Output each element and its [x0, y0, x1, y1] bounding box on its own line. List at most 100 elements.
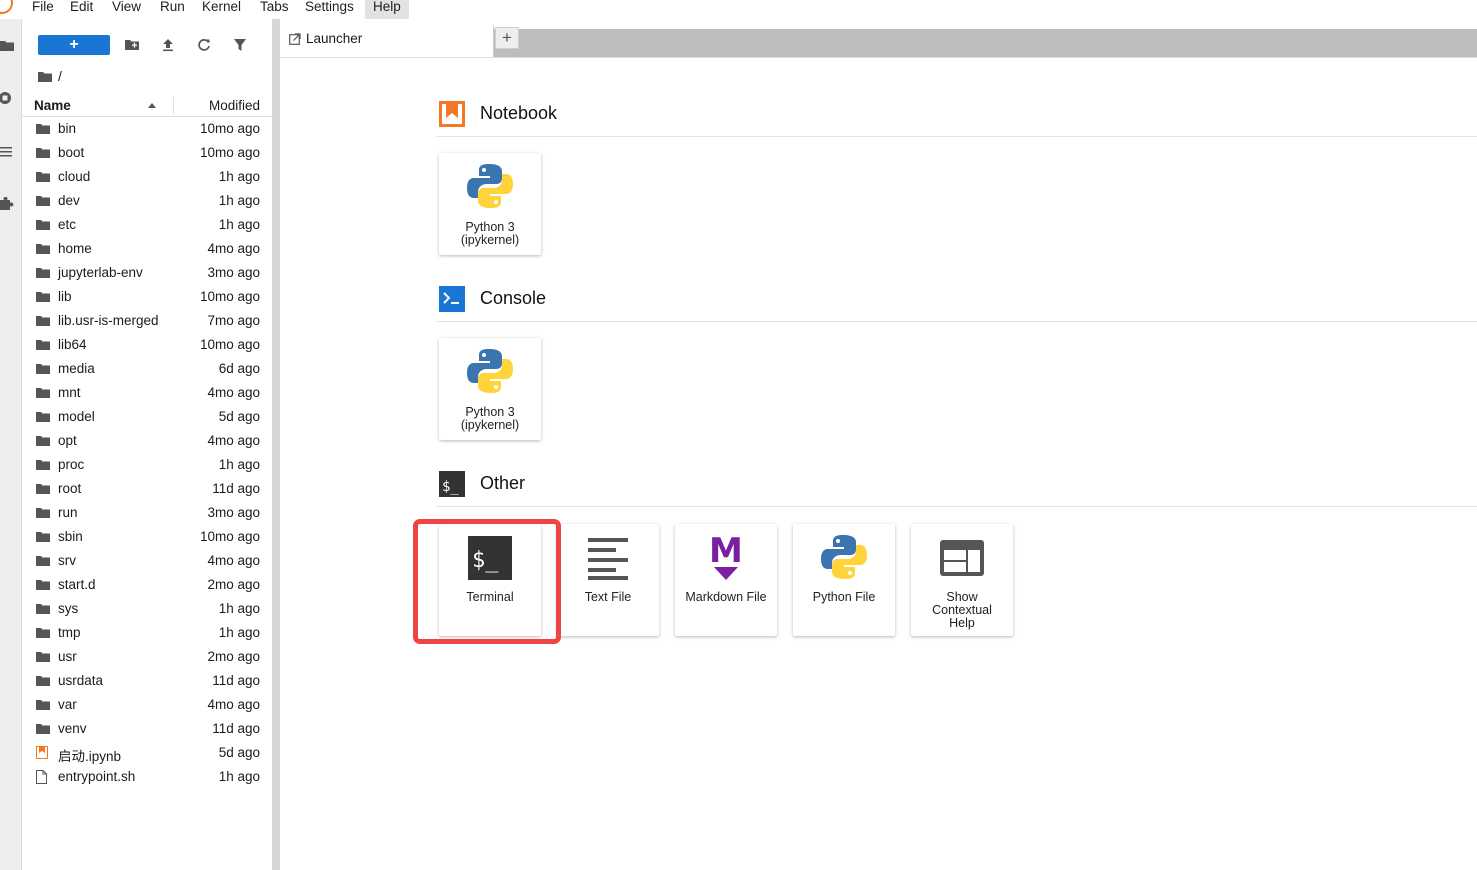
contextual-help-icon: [940, 540, 984, 576]
folder-icon: [36, 460, 50, 470]
launcher-tab-icon: [289, 33, 301, 45]
running-sessions-icon[interactable]: [0, 91, 14, 105]
file-row[interactable]: proc 1h ago: [22, 453, 272, 477]
breadcrumb-root[interactable]: /: [58, 69, 62, 84]
other-section-title: Other: [480, 473, 526, 493]
file-row[interactable]: start.d 2mo ago: [22, 573, 272, 597]
sidebar-splitter[interactable]: [272, 19, 280, 870]
file-row[interactable]: usrdata 11d ago: [22, 669, 272, 693]
file-row[interactable]: 启动.ipynb 5d ago: [22, 741, 272, 765]
file-modified: 5d ago: [218, 409, 260, 424]
upload-icon[interactable]: [159, 36, 177, 54]
file-row[interactable]: dev 1h ago: [22, 189, 272, 213]
file-name: opt: [58, 433, 77, 448]
file-row[interactable]: var 4mo ago: [22, 693, 272, 717]
file-row[interactable]: model 5d ago: [22, 405, 272, 429]
file-row[interactable]: etc 1h ago: [22, 213, 272, 237]
file-name: mnt: [58, 385, 81, 400]
python-file-card[interactable]: Python File: [793, 524, 895, 636]
menu-run[interactable]: Run: [152, 0, 193, 19]
markdown-file-card[interactable]: M Markdown File: [675, 524, 777, 636]
file-name: venv: [58, 721, 87, 736]
file-name: var: [58, 697, 77, 712]
table-of-contents-icon[interactable]: [0, 145, 14, 159]
folder-icon: [36, 172, 50, 182]
file-modified: 11d ago: [212, 673, 260, 688]
add-tab-button[interactable]: +: [495, 27, 519, 49]
file-modified: 6d ago: [218, 361, 260, 376]
file-modified: 5d ago: [218, 745, 260, 760]
terminal-card[interactable]: $_ Terminal: [439, 524, 541, 636]
folder-icon: [36, 340, 50, 350]
file-modified: 1h ago: [218, 769, 260, 784]
menu-settings[interactable]: Settings: [297, 0, 362, 19]
new-folder-icon[interactable]: [123, 36, 141, 54]
folder-icon[interactable]: [0, 39, 14, 53]
menu-kernel[interactable]: Kernel: [194, 0, 249, 19]
contextual-help-card[interactable]: Show Contextual Help: [911, 524, 1013, 636]
file-row[interactable]: tmp 1h ago: [22, 621, 272, 645]
file-row[interactable]: opt 4mo ago: [22, 429, 272, 453]
file-row[interactable]: lib 10mo ago: [22, 285, 272, 309]
file-modified: 1h ago: [218, 457, 260, 472]
file-row[interactable]: bin 10mo ago: [22, 117, 272, 141]
folder-icon: [36, 388, 50, 398]
file-row[interactable]: boot 10mo ago: [22, 141, 272, 165]
extensions-icon[interactable]: [0, 197, 14, 211]
file-name: start.d: [58, 577, 96, 592]
menu-edit[interactable]: Edit: [62, 0, 101, 19]
column-modified-header[interactable]: Modified: [209, 98, 260, 113]
file-modified: 1h ago: [218, 625, 260, 640]
file-row[interactable]: sys 1h ago: [22, 597, 272, 621]
folder-icon: [36, 508, 50, 518]
menu-bar: File Edit View Run Kernel Tabs Settings …: [0, 0, 1477, 19]
file-browser: + / Name Modified bin 10mo ago boot 10mo ag…: [22, 19, 272, 870]
markdown-icon: M: [709, 534, 743, 580]
folder-icon: [36, 556, 50, 566]
file-row[interactable]: sbin 10mo ago: [22, 525, 272, 549]
file-name: media: [58, 361, 95, 376]
file-modified: 10mo ago: [199, 337, 260, 352]
console-python3-card[interactable]: Python 3 (ipykernel): [439, 338, 541, 440]
svg-text:M: M: [709, 534, 743, 571]
file-name: sys: [58, 601, 79, 616]
folder-icon: [36, 124, 50, 134]
file-row[interactable]: root 11d ago: [22, 477, 272, 501]
notebook-python3-card[interactable]: Python 3 (ipykernel): [439, 153, 541, 255]
file-row[interactable]: mnt 4mo ago: [22, 381, 272, 405]
column-separator[interactable]: [173, 97, 174, 114]
folder-icon: [36, 268, 50, 278]
menu-help[interactable]: Help: [365, 0, 409, 19]
tab-launcher[interactable]: Launcher: [280, 25, 494, 58]
svg-text:$_: $_: [442, 479, 459, 495]
text-file-card[interactable]: Text File: [557, 524, 659, 636]
column-name-header[interactable]: Name: [34, 98, 71, 113]
filter-icon[interactable]: [231, 36, 249, 54]
file-name: usrdata: [58, 673, 104, 688]
file-row[interactable]: media 6d ago: [22, 357, 272, 381]
home-folder-icon[interactable]: [38, 71, 52, 83]
folder-icon: [36, 436, 50, 446]
file-modified: 4mo ago: [207, 697, 260, 712]
file-name: jupyterlab-env: [58, 265, 143, 280]
file-row[interactable]: run 3mo ago: [22, 501, 272, 525]
file-row[interactable]: srv 4mo ago: [22, 549, 272, 573]
file-row[interactable]: jupyterlab-env 3mo ago: [22, 261, 272, 285]
file-row[interactable]: venv 11d ago: [22, 717, 272, 741]
refresh-icon[interactable]: [195, 36, 213, 54]
menu-view[interactable]: View: [104, 0, 149, 19]
file-row[interactable]: usr 2mo ago: [22, 645, 272, 669]
file-row[interactable]: home 4mo ago: [22, 237, 272, 261]
file-name: usr: [58, 649, 77, 664]
file-modified: 2mo ago: [207, 577, 260, 592]
new-launcher-button[interactable]: +: [38, 35, 110, 55]
file-row[interactable]: cloud 1h ago: [22, 165, 272, 189]
file-row[interactable]: entrypoint.sh 1h ago: [22, 765, 272, 789]
tab-bar: Launcher +: [280, 19, 1477, 58]
menu-tabs[interactable]: Tabs: [252, 0, 297, 19]
file-name: sbin: [58, 529, 83, 544]
file-row[interactable]: lib.usr-is-merged 7mo ago: [22, 309, 272, 333]
file-row[interactable]: lib64 10mo ago: [22, 333, 272, 357]
menu-file[interactable]: File: [24, 0, 62, 19]
file-name: lib.usr-is-merged: [58, 313, 159, 328]
